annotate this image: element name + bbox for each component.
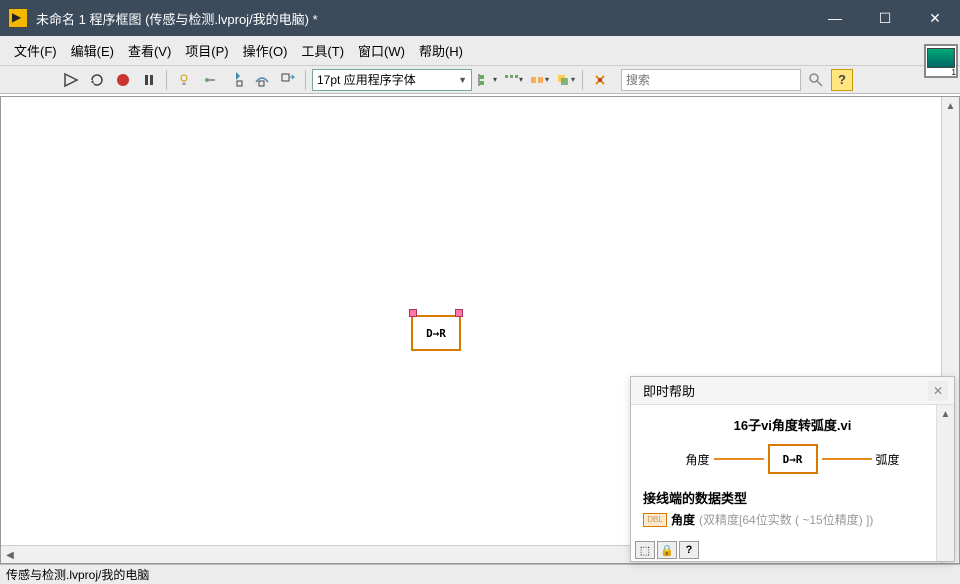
window-controls: — ☐ ✕: [810, 0, 960, 36]
font-label: 17pt 应用程序字体: [317, 71, 416, 88]
help-detail-button[interactable]: ?: [679, 541, 699, 559]
menu-window[interactable]: 窗口(W): [352, 37, 411, 64]
subvi-node[interactable]: D→R: [411, 315, 461, 355]
dbl-type-icon: DBL: [643, 513, 667, 527]
help-datatype-name: 角度: [671, 511, 695, 528]
reorder-button[interactable]: ▾: [554, 69, 576, 91]
separator: [582, 70, 583, 90]
step-over-button[interactable]: [251, 69, 273, 91]
wire-icon: [822, 458, 872, 460]
help-body: 16子vi角度转弧度.vi 角度 D→R 弧度 接线端的数据类型 DBL 角度 …: [631, 405, 954, 538]
help-vi-name: 16子vi角度转弧度.vi: [643, 415, 942, 434]
separator: [166, 70, 167, 90]
help-icon[interactable]: ?: [831, 69, 853, 91]
status-path: 传感与检测.lvproj/我的电脑: [6, 566, 149, 583]
statusbar: 传感与检测.lvproj/我的电脑: [0, 564, 960, 584]
menubar: 文件(F) 编辑(E) 查看(V) 项目(P) 操作(O) 工具(T) 窗口(W…: [0, 36, 960, 66]
node-handle-left[interactable]: [409, 309, 417, 317]
chevron-down-icon: ▼: [458, 75, 467, 85]
node-body: D→R: [411, 315, 461, 351]
search-box[interactable]: [621, 69, 801, 91]
labview-icon: [8, 8, 28, 28]
node-handle-right[interactable]: [455, 309, 463, 317]
help-node-icon: D→R: [768, 444, 818, 474]
scroll-up-icon[interactable]: ▲: [942, 97, 959, 115]
help-input-label: 角度: [685, 451, 709, 468]
vi-icon-pane[interactable]: 1: [924, 44, 958, 78]
window-title: 未命名 1 程序框图 (传感与检测.lvproj/我的电脑) *: [36, 9, 810, 28]
menu-operate[interactable]: 操作(O): [237, 37, 294, 64]
help-lock-button[interactable]: ⬚: [635, 541, 655, 559]
cleanup-button[interactable]: [589, 69, 611, 91]
help-section-title: 接线端的数据类型: [643, 488, 942, 507]
help-close-button[interactable]: ✕: [928, 381, 948, 401]
help-output-label: 弧度: [876, 451, 900, 468]
help-diagram: 角度 D→R 弧度: [643, 444, 942, 474]
search-icon[interactable]: [805, 69, 827, 91]
help-footer: ⬚ 🔒 ?: [631, 539, 703, 561]
maximize-button[interactable]: ☐: [860, 0, 910, 36]
menu-file[interactable]: 文件(F): [8, 37, 63, 64]
font-selector[interactable]: 17pt 应用程序字体 ▼: [312, 69, 472, 91]
scroll-left-icon[interactable]: ◀: [1, 546, 19, 564]
menu-view[interactable]: 查看(V): [122, 37, 177, 64]
pause-button[interactable]: [138, 69, 160, 91]
toolbar: 17pt 应用程序字体 ▼ ▾ ▾ ▾ ▾ ?: [0, 66, 960, 94]
vi-terminal-number: 1: [952, 68, 956, 77]
distribute-button[interactable]: ▾: [502, 69, 524, 91]
run-continuously-button[interactable]: [86, 69, 108, 91]
wire-icon: [714, 458, 764, 460]
titlebar: 未命名 1 程序框图 (传感与检测.lvproj/我的电脑) * — ☐ ✕: [0, 0, 960, 36]
help-lock-icon-button[interactable]: 🔒: [657, 541, 677, 559]
menu-project[interactable]: 项目(P): [179, 37, 234, 64]
close-button[interactable]: ✕: [910, 0, 960, 36]
menu-edit[interactable]: 编辑(E): [65, 37, 120, 64]
help-datatype-row: DBL 角度 (双精度[64位实数 ( ~15位精度) ]): [643, 511, 942, 528]
menu-help[interactable]: 帮助(H): [413, 37, 469, 64]
separator: [305, 70, 306, 90]
context-help-panel: 即时帮助 ✕ ▲ 16子vi角度转弧度.vi 角度 D→R 弧度 接线端的数据类…: [630, 376, 955, 562]
retain-wire-button[interactable]: [199, 69, 221, 91]
help-datatype-desc: (双精度[64位实数 ( ~15位精度) ]): [699, 511, 873, 528]
resize-button[interactable]: ▾: [528, 69, 550, 91]
help-title-label: 即时帮助: [643, 381, 695, 400]
search-input[interactable]: [626, 73, 796, 87]
menu-tools[interactable]: 工具(T): [295, 37, 350, 64]
step-into-button[interactable]: [225, 69, 247, 91]
step-out-button[interactable]: [277, 69, 299, 91]
highlight-execution-button[interactable]: [173, 69, 195, 91]
help-titlebar[interactable]: 即时帮助 ✕: [631, 377, 954, 405]
vi-icon-graphic: [927, 48, 955, 68]
run-button[interactable]: [60, 69, 82, 91]
abort-button[interactable]: [112, 69, 134, 91]
align-button[interactable]: ▾: [476, 69, 498, 91]
minimize-button[interactable]: —: [810, 0, 860, 36]
